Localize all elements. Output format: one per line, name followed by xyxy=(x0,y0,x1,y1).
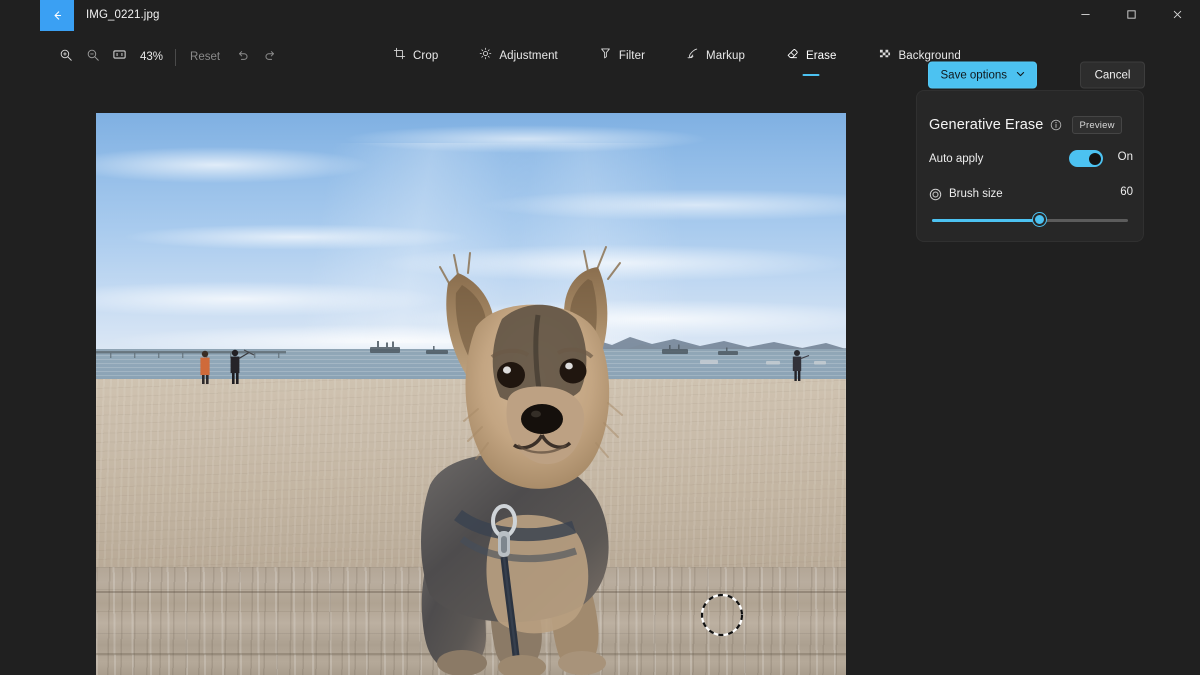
photos-editor-window: IMG_0221.jpg xyxy=(0,0,1200,675)
eraser-icon xyxy=(786,47,799,65)
brightness-icon xyxy=(479,47,492,65)
cancel-button[interactable]: Cancel xyxy=(1080,62,1145,89)
brush-size-icon xyxy=(929,188,942,201)
zoom-out-icon xyxy=(86,48,100,67)
person-dark-coat xyxy=(231,350,254,384)
tab-filter[interactable]: Filter xyxy=(591,42,653,71)
brush-size-slider[interactable] xyxy=(932,213,1128,227)
close-icon xyxy=(1172,7,1183,25)
person-orange-coat xyxy=(200,351,209,384)
tab-erase[interactable]: Erase xyxy=(778,42,845,71)
filter-icon xyxy=(599,47,612,65)
save-options-button[interactable]: Save options xyxy=(928,62,1038,89)
zoom-controls-group: 43% Reset xyxy=(52,42,283,72)
background-icon xyxy=(878,47,892,65)
zoom-in-icon xyxy=(59,48,73,67)
photo-dog xyxy=(326,223,656,675)
brush-size-row: Brush size 60 xyxy=(929,185,1133,203)
brush-size-label: Brush size xyxy=(949,188,1003,200)
auto-apply-row: Auto apply On xyxy=(929,149,1133,169)
fit-to-window-icon xyxy=(112,47,127,67)
fit-to-window-button[interactable] xyxy=(106,44,133,71)
reset-button[interactable]: Reset xyxy=(181,46,229,68)
minimize-button[interactable] xyxy=(1062,0,1108,31)
brush-size-value: 60 xyxy=(1120,186,1133,198)
auto-apply-toggle[interactable] xyxy=(1069,150,1103,167)
panel-header: Generative Erase Preview xyxy=(929,116,1122,134)
tab-adjustment-label: Adjustment xyxy=(499,50,558,62)
tab-crop-label: Crop xyxy=(413,50,438,62)
pen-icon xyxy=(686,47,699,65)
preview-badge: Preview xyxy=(1072,116,1121,134)
tab-background-label: Background xyxy=(899,50,961,62)
slider-thumb[interactable] xyxy=(1033,213,1046,226)
zoom-level-label: 43% xyxy=(133,51,170,63)
crop-icon xyxy=(393,47,406,65)
panel-title: Generative Erase xyxy=(929,117,1043,133)
photo-canvas[interactable] xyxy=(96,113,846,675)
tab-indicator xyxy=(803,74,820,77)
back-button[interactable] xyxy=(40,0,74,31)
tab-markup-label: Markup xyxy=(706,50,745,62)
close-button[interactable] xyxy=(1154,0,1200,31)
person-right-side xyxy=(793,350,809,381)
command-bar: 43% Reset xyxy=(0,31,1200,83)
zoom-out-button[interactable] xyxy=(79,44,106,71)
file-name-label: IMG_0221.jpg xyxy=(86,9,159,21)
slider-fill xyxy=(932,219,1040,222)
minimize-icon xyxy=(1080,7,1091,25)
undo-button[interactable] xyxy=(229,44,256,71)
info-icon[interactable] xyxy=(1050,119,1062,131)
chevron-down-icon xyxy=(1015,68,1026,82)
tab-adjustment[interactable]: Adjustment xyxy=(471,42,566,71)
tab-crop[interactable]: Crop xyxy=(385,42,446,71)
redo-icon xyxy=(263,48,277,67)
back-arrow-icon xyxy=(51,9,64,22)
maximize-icon xyxy=(1126,7,1137,25)
title-bar: IMG_0221.jpg xyxy=(0,0,1200,31)
redo-button[interactable] xyxy=(256,44,283,71)
auto-apply-state-label: On xyxy=(1118,151,1133,163)
undo-icon xyxy=(236,48,250,67)
tab-markup[interactable]: Markup xyxy=(678,42,753,71)
maximize-button[interactable] xyxy=(1108,0,1154,31)
toolbar-divider xyxy=(175,49,176,66)
tab-erase-label: Erase xyxy=(806,50,837,62)
brush-cursor-circle[interactable] xyxy=(700,593,744,637)
canvas-area[interactable] xyxy=(0,83,900,675)
toggle-knob xyxy=(1089,153,1101,165)
auto-apply-label: Auto apply xyxy=(929,153,983,165)
generative-erase-panel: Generative Erase Preview Auto apply On xyxy=(916,90,1144,242)
tool-tabs: Crop Adjustment F xyxy=(385,42,969,76)
zoom-in-button[interactable] xyxy=(52,44,79,71)
tab-filter-label: Filter xyxy=(619,50,645,62)
save-options-label: Save options xyxy=(941,69,1008,81)
